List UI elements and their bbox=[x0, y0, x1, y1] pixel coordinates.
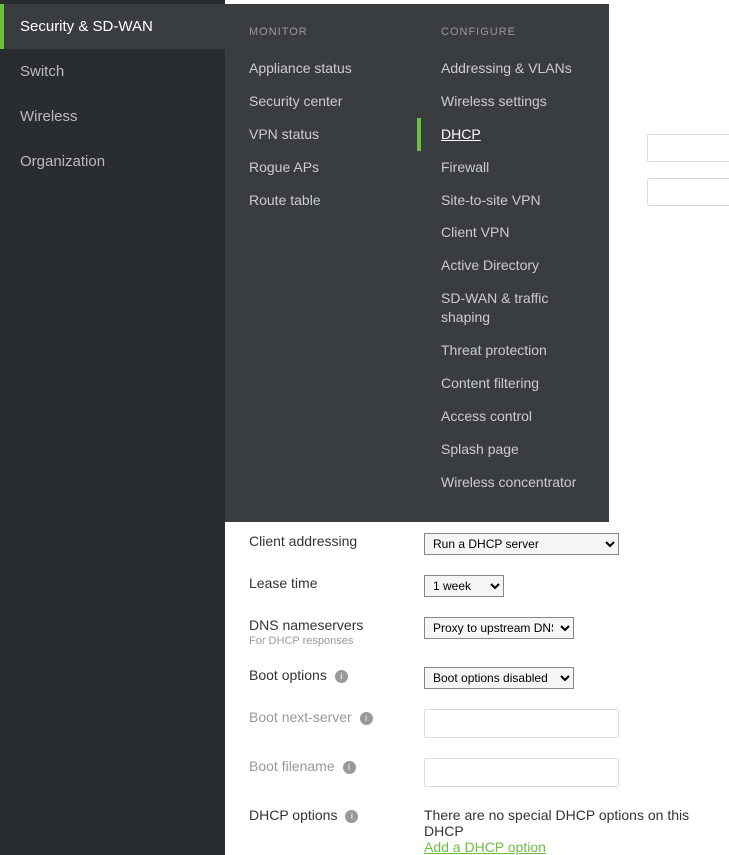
label-dns-sub: For DHCP responses bbox=[249, 635, 424, 647]
flyout-col-configure: CONFIGURE Addressing & VLANs Wireless se… bbox=[417, 4, 609, 508]
flyout-link-site-to-site-vpn[interactable]: Site-to-site VPN bbox=[417, 184, 609, 217]
label-boot-next-server: Boot next-server i bbox=[249, 709, 424, 725]
select-boot-options[interactable]: Boot options disabled bbox=[424, 667, 574, 689]
dhcp-options-text: There are no special DHCP options on thi… bbox=[424, 807, 705, 839]
flyout-link-sdwan-traffic-shaping[interactable]: SD-WAN & traffic shaping bbox=[417, 282, 609, 334]
flyout-link-vpn-status[interactable]: VPN status bbox=[225, 118, 417, 151]
flyout-link-dhcp[interactable]: DHCP bbox=[417, 118, 609, 151]
flyout-link-firewall[interactable]: Firewall bbox=[417, 151, 609, 184]
flyout-link-threat-protection[interactable]: Threat protection bbox=[417, 334, 609, 367]
label-dhcp-options: DHCP options i bbox=[249, 807, 424, 823]
label-lease-time: Lease time bbox=[249, 575, 424, 591]
flyout-link-appliance-status[interactable]: Appliance status bbox=[225, 52, 417, 85]
flyout-link-splash-page[interactable]: Splash page bbox=[417, 433, 609, 466]
input-boot-next-server[interactable] bbox=[424, 709, 619, 738]
label-boot-filename: Boot filename i bbox=[249, 758, 424, 774]
flyout-link-route-table[interactable]: Route table bbox=[225, 184, 417, 217]
sidebar-item-label: Security & SD-WAN bbox=[20, 18, 153, 35]
select-dns[interactable]: Proxy to upstream DNS bbox=[424, 617, 574, 639]
sidebar-item-label: Switch bbox=[20, 63, 64, 80]
flyout-link-rogue-aps[interactable]: Rogue APs bbox=[225, 151, 417, 184]
sidebar-item-security-sdwan[interactable]: Security & SD-WAN bbox=[0, 4, 225, 49]
flyout-link-addressing-vlans[interactable]: Addressing & VLANs bbox=[417, 52, 609, 85]
flyout-link-wireless-settings[interactable]: Wireless settings bbox=[417, 85, 609, 118]
label-dns: DNS nameservers For DHCP responses bbox=[249, 617, 424, 647]
flyout-link-active-directory[interactable]: Active Directory bbox=[417, 249, 609, 282]
select-client-addressing[interactable]: Run a DHCP server bbox=[424, 533, 619, 555]
sidebar-item-label: Wireless bbox=[20, 108, 78, 125]
info-icon[interactable]: i bbox=[345, 810, 358, 823]
sidebar-item-label: Organization bbox=[20, 153, 105, 170]
label-client-addressing: Client addressing bbox=[249, 533, 424, 549]
sidebar: Security & SD-WAN Switch Wireless Organi… bbox=[0, 0, 225, 855]
flyout-link-content-filtering[interactable]: Content filtering bbox=[417, 367, 609, 400]
flyout-link-client-vpn[interactable]: Client VPN bbox=[417, 216, 609, 249]
flyout-link-wireless-concentrator[interactable]: Wireless concentrator bbox=[417, 466, 609, 499]
input-boot-filename[interactable] bbox=[424, 758, 619, 787]
select-lease-time[interactable]: 1 week bbox=[424, 575, 504, 597]
add-dhcp-option-link[interactable]: Add a DHCP option bbox=[424, 839, 546, 855]
sidebar-item-wireless[interactable]: Wireless bbox=[0, 94, 225, 139]
flyout-link-access-control[interactable]: Access control bbox=[417, 400, 609, 433]
flyout-col-monitor: MONITOR Appliance status Security center… bbox=[225, 4, 417, 508]
label-boot-options: Boot options i bbox=[249, 667, 424, 683]
flyout-menu: MONITOR Appliance status Security center… bbox=[225, 4, 609, 522]
sidebar-item-organization[interactable]: Organization bbox=[0, 139, 225, 184]
flyout-header-monitor: MONITOR bbox=[225, 14, 417, 52]
flyout-header-configure: CONFIGURE bbox=[417, 14, 609, 52]
sidebar-item-switch[interactable]: Switch bbox=[0, 49, 225, 94]
flyout-link-security-center[interactable]: Security center bbox=[225, 85, 417, 118]
background-input-2[interactable] bbox=[647, 178, 729, 206]
info-icon[interactable]: i bbox=[343, 761, 356, 774]
info-icon[interactable]: i bbox=[335, 670, 348, 683]
background-input-1[interactable] bbox=[647, 134, 729, 162]
info-icon[interactable]: i bbox=[360, 712, 373, 725]
